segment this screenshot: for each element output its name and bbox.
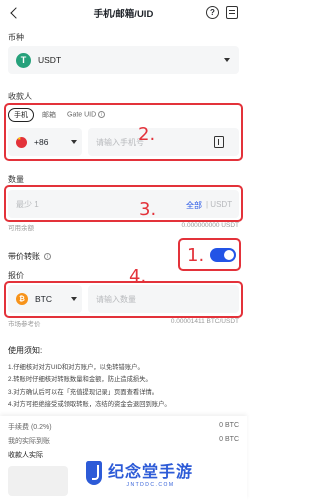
watermark: 纪念堂手游 JNTDDC.COM (84, 451, 244, 495)
note-item: 2.转账时仔细核对转账数量和金额，防止造成损失。 (8, 376, 152, 384)
watermark-sub: JNTDDC.COM (126, 482, 175, 488)
actual-row: 我的实际到账 0 BTC (8, 436, 239, 446)
note-item: 3.对方确认后可以在「充值提现记录」页面查看详情。 (8, 388, 159, 396)
available-value: 0.000000000 USDT (181, 222, 239, 229)
receiver-label: 收款人实际 (8, 452, 43, 459)
record-icon[interactable] (226, 6, 238, 19)
help-icon[interactable]: ? (206, 6, 219, 19)
annotation-label-4: 4. (129, 266, 147, 287)
fee-value: 0 BTC (219, 422, 239, 429)
coin-label: 币种 (8, 33, 24, 42)
amount-label: 数量 (8, 175, 24, 184)
recipient-label: 收款人 (8, 92, 32, 101)
market-ref-value: 0.00001411 BTC/USDT (170, 318, 239, 325)
back-arrow-icon[interactable] (8, 6, 22, 20)
usdt-logo-icon: T (16, 52, 31, 68)
actual-value: 0 BTC (219, 436, 239, 443)
watermark-text-group: 纪念堂手游 JNTDDC.COM (108, 458, 193, 488)
annotation-label-3: 3. (139, 199, 157, 220)
note-item: 4.对方可拒绝接受或领取转账，冻结的资金会退回到账户。 (8, 400, 171, 408)
available-label: 可用余额 (8, 225, 34, 232)
price-label: 报价 (8, 271, 24, 280)
info-icon: i (44, 253, 52, 261)
fee-row: 手续费 (0.2%) 0 BTC (8, 422, 239, 432)
note-item: 1.仔细核对对方UID和对方账户，以免转错账户。 (8, 364, 144, 371)
fee-label: 手续费 (0.2%) (8, 424, 52, 431)
notes-title: 使用须知: (8, 346, 43, 355)
top-bar: 手机/邮箱/UID ? (0, 0, 247, 26)
annotation-label-1: 1. (187, 245, 205, 266)
chevron-down-icon (224, 58, 230, 62)
confirm-button[interactable] (8, 466, 68, 496)
actual-label: 我的实际到账 (8, 438, 50, 445)
notes-list: 1.仔细核对对方UID和对方账户，以免转错账户。 2.转账时仔细核对转账数量和金… (8, 362, 240, 411)
annotation-box-price (4, 281, 243, 318)
coin-selector[interactable]: T USDT (8, 46, 239, 74)
coin-name: USDT (38, 55, 62, 65)
market-ref-label: 市场参考价 (8, 321, 41, 328)
annotation-label-2: 2. (138, 124, 156, 145)
limit-transfer-label: 带价转账 i (8, 251, 52, 262)
annotation-box-recipient (4, 103, 243, 161)
watermark-text: 纪念堂手游 (108, 462, 194, 481)
limit-transfer-text: 带价转账 (8, 252, 40, 261)
watermark-logo-icon (84, 459, 104, 487)
page-title: 手机/邮箱/UID (93, 9, 154, 20)
annotation-box-amount (4, 185, 243, 222)
